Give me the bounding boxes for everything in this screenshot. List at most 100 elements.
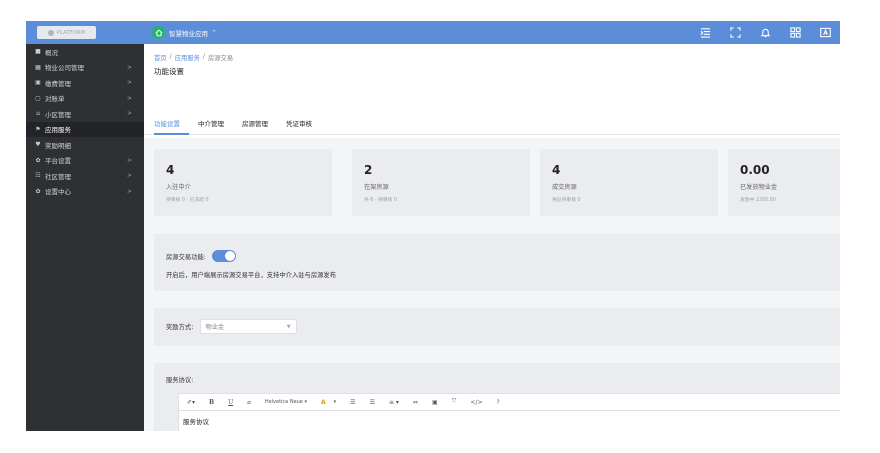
chevron-right-icon: > <box>126 79 132 86</box>
code-view-icon[interactable]: </> <box>470 399 482 406</box>
sidebar-item-label: 对账单 <box>45 95 65 104</box>
logo-icon <box>47 29 54 36</box>
language-a-icon[interactable] <box>810 21 840 44</box>
bell-icon[interactable] <box>750 21 780 44</box>
reward-select-value: 物业金 <box>205 324 225 331</box>
font-color-button[interactable]: A <box>321 399 326 406</box>
stat-card-property-credit: 0.00 已发放物业金 发放中 2200.00 <box>728 149 840 216</box>
help-icon[interactable]: ? <box>497 399 500 406</box>
stat-value: 0.00 <box>740 163 770 177</box>
font-family-select[interactable]: Helvetica Neue ▾ <box>265 399 307 405</box>
sidebar-item-label: 小区管理 <box>45 110 71 119</box>
agreement-panel: 服务协议: ✐▾ B U ⌀ Helvetica Neue ▾ A ▾ ☰ ☰ … <box>154 363 840 431</box>
link-icon[interactable]: ⇔ <box>413 399 418 406</box>
grid-apps-icon[interactable] <box>780 21 810 44</box>
home-app-icon <box>152 26 165 39</box>
breadcrumb-app-services[interactable]: 应用服务 <box>175 53 200 62</box>
stat-sub: 发放中 2200.00 <box>740 198 776 203</box>
platform-logo[interactable]: PLATFORM <box>37 26 96 39</box>
chevron-right-icon: > <box>126 187 132 195</box>
main-content: 首页 / 应用服务 / 房源交易 功能设置 功能设置 中介管理 房源管理 凭证审… <box>144 44 840 431</box>
agreement-editor[interactable]: 服务协议 <box>178 411 840 431</box>
stat-card-listings: 2 在架房源 共 6 · 待审核 0 <box>352 149 530 216</box>
stat-sub: 待审核 0 · 已冻结 0 <box>166 198 209 203</box>
sidebar-item-property-companies[interactable]: ▦ 物业公司管理 > <box>26 60 144 76</box>
dashboard-icon: ■ <box>35 48 41 56</box>
image-icon[interactable]: ▣ <box>432 399 438 406</box>
sidebar-item-communities[interactable]: ⌂ 小区管理 > <box>26 106 144 122</box>
building-icon: ▦ <box>35 63 41 71</box>
document-icon: ▢ <box>35 94 41 102</box>
breadcrumb-separator: / <box>169 53 172 60</box>
fullscreen-icon[interactable] <box>720 21 750 44</box>
sidebar-item-settings-center[interactable]: ✿ 设置中心 > <box>26 184 144 200</box>
editor-toolbar: ✐▾ B U ⌀ Helvetica Neue ▾ A ▾ ☰ ☰ ≡ ▾ ⇔ … <box>178 393 840 411</box>
underline-button[interactable]: U <box>228 399 233 406</box>
stat-sub: 共 6 · 待审核 0 <box>364 198 397 203</box>
sidebar-item-label: 奖励明细 <box>45 141 71 150</box>
gear-icon: ✿ <box>35 156 41 164</box>
stat-card-deals: 4 成交房源 凭证待审核 0 <box>540 149 718 216</box>
stat-label: 已发放物业金 <box>740 184 778 191</box>
stat-sub: 凭证待审核 0 <box>552 198 581 203</box>
top-header: PLATFORM 智慧物业应用 ^ <box>26 21 840 44</box>
breadcrumb: 首页 / 应用服务 / 房源交易 <box>154 53 233 62</box>
chevron-right-icon: > <box>126 110 132 117</box>
gear-icon: ✿ <box>35 187 41 195</box>
feature-toggle-switch[interactable] <box>211 250 236 262</box>
unordered-list-icon[interactable]: ☰ <box>350 399 355 406</box>
align-icon[interactable]: ≡ ▾ <box>389 399 399 406</box>
home-icon: ⌂ <box>36 110 40 118</box>
chevron-down-icon: ▼ <box>286 323 291 330</box>
sidebar-item-label: 应用服务 <box>45 126 71 135</box>
tab-listing-management[interactable]: 房源管理 <box>233 115 277 135</box>
feature-toggle-panel: 房源交易功能: 开启后，用户端展示房源交易平台，支持中介入驻与房源发布 <box>154 234 840 291</box>
sidebar-item-label: 社区管理 <box>45 172 71 181</box>
bold-button[interactable]: B <box>209 399 214 406</box>
magic-format-icon[interactable]: ✐▾ <box>187 399 195 406</box>
reward-method-select[interactable]: 物业金 ▼ <box>199 319 297 334</box>
stat-label: 在架房源 <box>364 184 389 191</box>
color-dropdown-icon[interactable]: ▾ <box>334 399 337 405</box>
sidebar-item-rewards[interactable]: ♥ 奖励明细 <box>26 137 144 153</box>
tab-agent-management[interactable]: 中介管理 <box>189 115 233 135</box>
switch-knob <box>224 251 235 261</box>
app-switcher[interactable]: 智慧物业应用 ^ <box>152 25 216 40</box>
sidebar-item-community-admin[interactable]: ☷ 社区管理 > <box>26 168 144 184</box>
feature-toggle-row: 房源交易功能: <box>166 250 840 262</box>
breadcrumb-separator: / <box>202 53 206 60</box>
tab-bar: 功能设置 中介管理 房源管理 凭证审核 <box>144 115 840 135</box>
app-window: PLATFORM 智慧物业应用 ^ ■ 概况 ▦ 物业公司管理 > ▣ 缴费管理… <box>26 21 840 431</box>
ordered-list-icon[interactable]: ☰ <box>370 399 375 406</box>
tab-voucher-review[interactable]: 凭证审核 <box>277 115 321 135</box>
sidebar-item-label: 缴费管理 <box>45 79 71 88</box>
sidebar-item-label: 设置中心 <box>45 188 71 197</box>
tab-feature-settings[interactable]: 功能设置 <box>154 115 189 135</box>
feature-toggle-label: 房源交易功能: <box>166 253 206 261</box>
sidebar-item-statements[interactable]: ▢ 对账单 > <box>26 91 144 107</box>
chevron-right-icon: > <box>126 94 132 102</box>
sidebar-item-label: 平台设置 <box>45 157 71 166</box>
tab-content: 4 入驻中介 待审核 0 · 已冻结 0 2 在架房源 共 6 · 待审核 0 … <box>144 138 840 431</box>
sidebar-item-label: 概况 <box>45 48 58 57</box>
sidebar-item-overview[interactable]: ■ 概况 <box>26 44 144 60</box>
sidebar-item-platform-settings[interactable]: ✿ 平台设置 > <box>26 153 144 169</box>
fullscreen-icon[interactable]: ⤧ <box>452 398 457 406</box>
stat-card-agents: 4 入驻中介 待审核 0 · 已冻结 0 <box>154 149 332 216</box>
header-actions <box>690 21 840 44</box>
breadcrumb-home[interactable]: 首页 <box>154 53 167 62</box>
stat-value: 4 <box>552 163 561 177</box>
sidebar: ■ 概况 ▦ 物业公司管理 > ▣ 缴费管理 > ▢ 对账单 > ⌂ 小区管理 … <box>26 44 144 431</box>
reward-panel: 奖励方式: 物业金 ▼ <box>154 308 840 346</box>
breadcrumb-current: 房源交易 <box>208 55 234 62</box>
chevron-right-icon: > <box>126 156 132 164</box>
eraser-icon[interactable]: ⌀ <box>247 399 251 406</box>
chevron-right-icon: > <box>126 63 132 71</box>
app-name: 智慧物业应用 <box>169 29 208 38</box>
menu-fold-icon[interactable] <box>690 21 720 44</box>
sidebar-item-payments[interactable]: ▣ 缴费管理 > <box>26 75 144 91</box>
agreement-label: 服务协议: <box>166 377 194 384</box>
feature-description: 开启后，用户端展示房源交易平台，支持中介入驻与房源发布 <box>166 272 337 279</box>
payment-icon: ▣ <box>35 79 41 87</box>
sidebar-item-app-services[interactable]: ⚑ 应用服务 <box>26 121 144 137</box>
